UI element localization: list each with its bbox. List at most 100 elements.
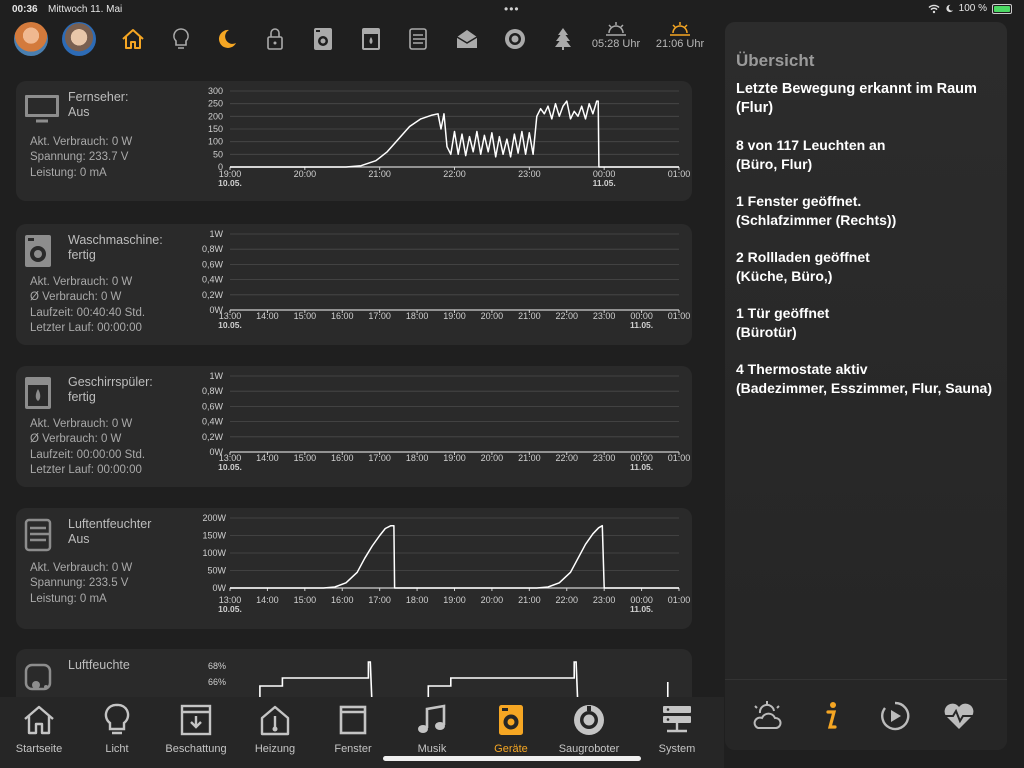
tab-label: Beschattung: [165, 743, 227, 755]
robot-vacuum-icon[interactable]: [502, 26, 528, 52]
mail-icon[interactable]: [454, 26, 480, 52]
tab-beschattung[interactable]: Beschattung: [157, 703, 235, 755]
x-tick-label: 23:00: [518, 169, 541, 179]
overview-item: 1 Tür geöffnet (Bürotür): [736, 305, 830, 340]
device-stats: Akt. Verbrauch: 0 W Spannung: 233.5 V Le…: [30, 561, 132, 607]
device-stats: Akt. Verbrauch: 0 W Ø Verbrauch: 0 W Lau…: [30, 275, 145, 336]
dishwasher-icon[interactable]: [358, 26, 384, 52]
x-tick-label: 14:00: [256, 311, 279, 321]
x-tick-label: 18:00: [406, 595, 429, 605]
y-tick-label: 0,4W: [202, 275, 224, 285]
y-tick-label: 100: [208, 137, 223, 147]
overview-list: Letzte Bewegung erkannt im Raum (Flur) 8 …: [736, 80, 1001, 416]
dehumidifier-icon: [24, 518, 60, 554]
stat-line: Ø Verbrauch: 0 W: [30, 433, 122, 446]
overview-item: 2 Rollladen geöffnet (Küche, Büro,): [736, 249, 870, 284]
device-card-waschmaschine[interactable]: Waschmaschine: fertig Akt. Verbrauch: 0 W…: [16, 224, 692, 345]
stat-line: Laufzeit: 00:40:40 Std.: [30, 306, 146, 319]
tab-label: Musik: [417, 743, 447, 755]
tab-fenster[interactable]: Fenster: [314, 703, 392, 755]
power-chart: 200W150W100W50W0W13:0010.05.14:00 15:00 16…: [202, 513, 690, 614]
stat-line: Akt. Verbrauch: 0 W: [30, 276, 133, 288]
x-tick-label: 15:00: [294, 311, 317, 321]
dehumidifier-icon[interactable]: [406, 26, 432, 52]
x-date-label: 11.05.: [630, 604, 653, 614]
device-name: Fernseher: Aus: [68, 90, 129, 119]
x-date-label: 10.05.: [218, 462, 242, 472]
x-tick-label: 14:00: [256, 453, 279, 463]
sunrise-icon: [606, 22, 626, 36]
x-tick-label: 01:00: [668, 169, 691, 179]
y-tick-label: 0,2W: [202, 432, 224, 442]
health-tab[interactable]: [941, 698, 977, 734]
stat-line: Leistung: 0 mA: [30, 592, 107, 605]
x-tick-label: 18:00: [406, 311, 429, 321]
player-tab[interactable]: [877, 698, 913, 734]
tv-icon: [24, 91, 60, 127]
shutter-icon: [180, 704, 212, 736]
power-chart: 1W0,8W0,6W0,4W0,2W0W13:0010.05.14:00 15:0…: [202, 229, 691, 330]
device-card-luftfeuchte[interactable]: Luftfeuchte 68% 66%: [16, 649, 692, 697]
tab-licht[interactable]: Licht: [78, 703, 156, 755]
x-tick-label: 15:00: [294, 595, 317, 605]
app-root: 00:36 Mittwoch 11. Mai ••• 100 % 05:28 U…: [0, 0, 1024, 768]
moon-icon[interactable]: [214, 26, 240, 52]
y-tick-label: 0W: [213, 583, 227, 593]
device-card-geschirrspueler[interactable]: Geschirrspüler: fertig Akt. Verbrauch: 0 …: [16, 366, 692, 487]
x-tick-label: 19:00: [443, 595, 466, 605]
x-tick-label: 23:00: [593, 595, 616, 605]
device-state: Aus: [68, 532, 90, 546]
weather-tab[interactable]: [749, 698, 785, 734]
y-tick-label: 250: [208, 99, 223, 109]
stat-line: Spannung: 233.5 V: [30, 577, 129, 590]
y-tick-label: 68%: [208, 661, 226, 671]
battery-percent: 100 %: [958, 3, 987, 14]
tab-system[interactable]: System: [638, 703, 716, 755]
tab-saugroboter[interactable]: Saugroboter: [550, 703, 628, 755]
series-line: [259, 661, 373, 697]
x-tick-label: 01:00: [668, 453, 691, 463]
home-indicator[interactable]: [383, 756, 641, 761]
x-date-label: 11.05.: [593, 178, 616, 188]
tab-startseite[interactable]: Startseite: [0, 703, 78, 755]
overview-item: 8 von 117 Leuchten an (Büro, Flur): [736, 137, 886, 172]
sunset-info: 21:06 Uhr: [650, 22, 710, 50]
x-tick-label: 23:00: [593, 311, 616, 321]
y-tick-label: 150W: [202, 531, 226, 541]
info-tab[interactable]: [813, 698, 849, 734]
device-name: Geschirrspüler: fertig: [68, 375, 153, 404]
tree-icon[interactable]: [550, 26, 576, 52]
x-tick-label: 01:00: [668, 311, 691, 321]
status-time: 00:36: [12, 4, 38, 15]
y-tick-label: 200W: [202, 513, 226, 523]
stat-line: Letzter Lauf: 00:00:00: [30, 321, 142, 334]
x-tick-label: 21:00: [518, 311, 541, 321]
bulb-icon[interactable]: [168, 26, 194, 52]
avatar[interactable]: [14, 22, 48, 56]
y-tick-label: 0,8W: [202, 386, 224, 396]
device-card-fernseher[interactable]: Fernseher: Aus Akt. Verbrauch: 0 W Spannu…: [16, 81, 692, 201]
lock-icon[interactable]: [262, 26, 288, 52]
humidity-chart: 68% 66%: [208, 661, 669, 697]
device-stats: Akt. Verbrauch: 0 W Ø Verbrauch: 0 W Lau…: [30, 417, 145, 478]
overview-item: 4 Thermostate aktiv (Badezimmer, Esszimme…: [736, 361, 992, 396]
tab-label: Heizung: [254, 743, 296, 755]
avatar[interactable]: [62, 22, 96, 56]
window-icon: [339, 705, 367, 735]
x-tick-label: 22:00: [443, 169, 466, 179]
washer-icon[interactable]: [310, 26, 336, 52]
multitask-dots-icon[interactable]: •••: [504, 2, 520, 16]
tab-musik[interactable]: Musik: [393, 703, 471, 755]
home-icon[interactable]: [120, 26, 146, 52]
tab-heizung[interactable]: Heizung: [236, 703, 314, 755]
x-tick-label: 22:00: [555, 311, 578, 321]
device-card-luftentfeuchter[interactable]: Luftentfeuchter Aus Akt. Verbrauch: 0 W S…: [16, 508, 692, 629]
tab-geraete[interactable]: Geräte: [472, 703, 550, 755]
home-icon: [24, 705, 54, 735]
overview-item: Letzte Bewegung erkannt im Raum (Flur): [736, 81, 977, 116]
y-tick-label: 200: [208, 111, 223, 121]
y-tick-label: 150: [208, 124, 223, 134]
y-tick-label: 50: [213, 149, 223, 159]
y-tick-label: 1W: [210, 371, 224, 381]
stat-line: Akt. Verbrauch: 0 W: [30, 418, 133, 430]
